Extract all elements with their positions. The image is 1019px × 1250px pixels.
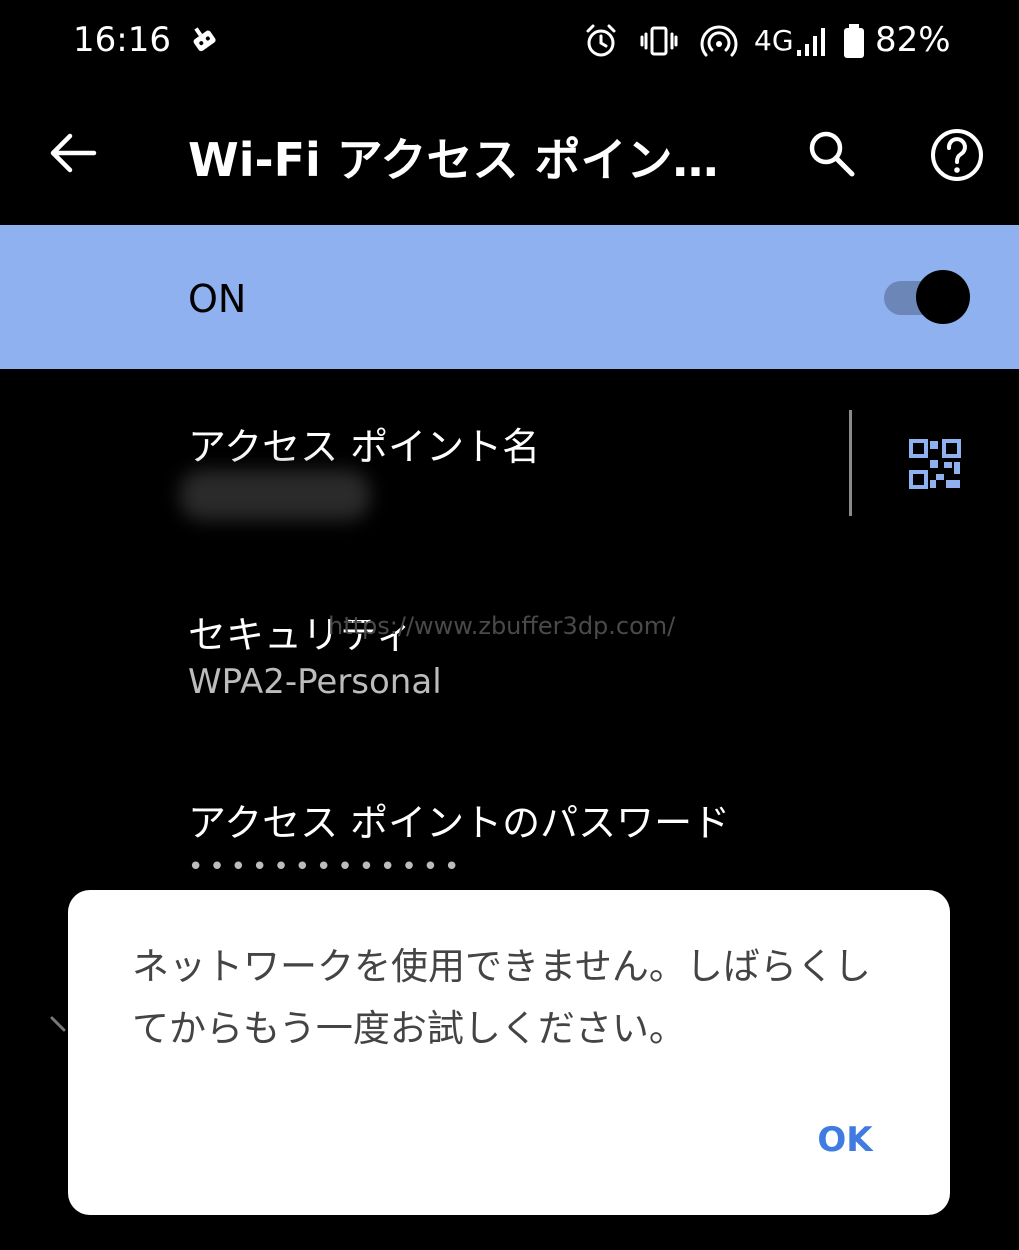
hotspot-icon [700, 25, 738, 57]
pref-title: アクセス ポイント名 [188, 425, 541, 469]
password-mask: ••••••••••••• [188, 852, 466, 882]
battery-level: 82% [875, 20, 951, 60]
page-title: Wi-Fi アクセス ポイン… [188, 133, 719, 187]
main-switch-bar[interactable]: ON [0, 225, 1019, 369]
search-icon[interactable] [800, 122, 862, 184]
vibrate-icon [640, 26, 678, 56]
notification-icon [193, 27, 216, 52]
status-bar: 16:16 4G 82% [0, 0, 1019, 90]
network-type: 4G [754, 24, 794, 57]
back-arrow-icon[interactable] [42, 122, 104, 184]
vertical-divider [849, 410, 852, 516]
pref-security[interactable]: セキュリティ WPA2-Personal [0, 580, 1019, 730]
watermark: https://www.zbuffer3dp.com/ [328, 612, 676, 640]
pref-access-point-password[interactable]: アクセス ポイントのパスワード [0, 770, 1019, 890]
signal-icon [797, 28, 825, 56]
switch-label: ON [188, 277, 247, 321]
battery-icon [844, 24, 864, 58]
status-time: 16:16 [73, 20, 171, 60]
pref-title: アクセス ポイントのパスワード [188, 801, 731, 845]
qr-code-icon[interactable] [906, 436, 966, 492]
help-icon[interactable] [922, 120, 992, 190]
app-bar: Wi-Fi アクセス ポイン… [0, 100, 1019, 210]
pref-summary: WPA2-Personal [188, 662, 442, 702]
pref-access-point-name[interactable]: アクセス ポイント名 [0, 390, 1019, 530]
redacted-ssid [180, 470, 370, 520]
chevron-fragment-icon [50, 1016, 66, 1032]
alarm-icon [586, 24, 616, 57]
ok-button[interactable]: OK [790, 1110, 900, 1170]
switch-thumb[interactable] [916, 270, 970, 324]
dialog-message: ネットワークを使用できません。しばらくしてからもう一度お試しください。 [132, 945, 871, 1050]
error-dialog: ネットワークを使用できません。しばらくしてからもう一度お試しください。 OK [68, 890, 950, 1215]
